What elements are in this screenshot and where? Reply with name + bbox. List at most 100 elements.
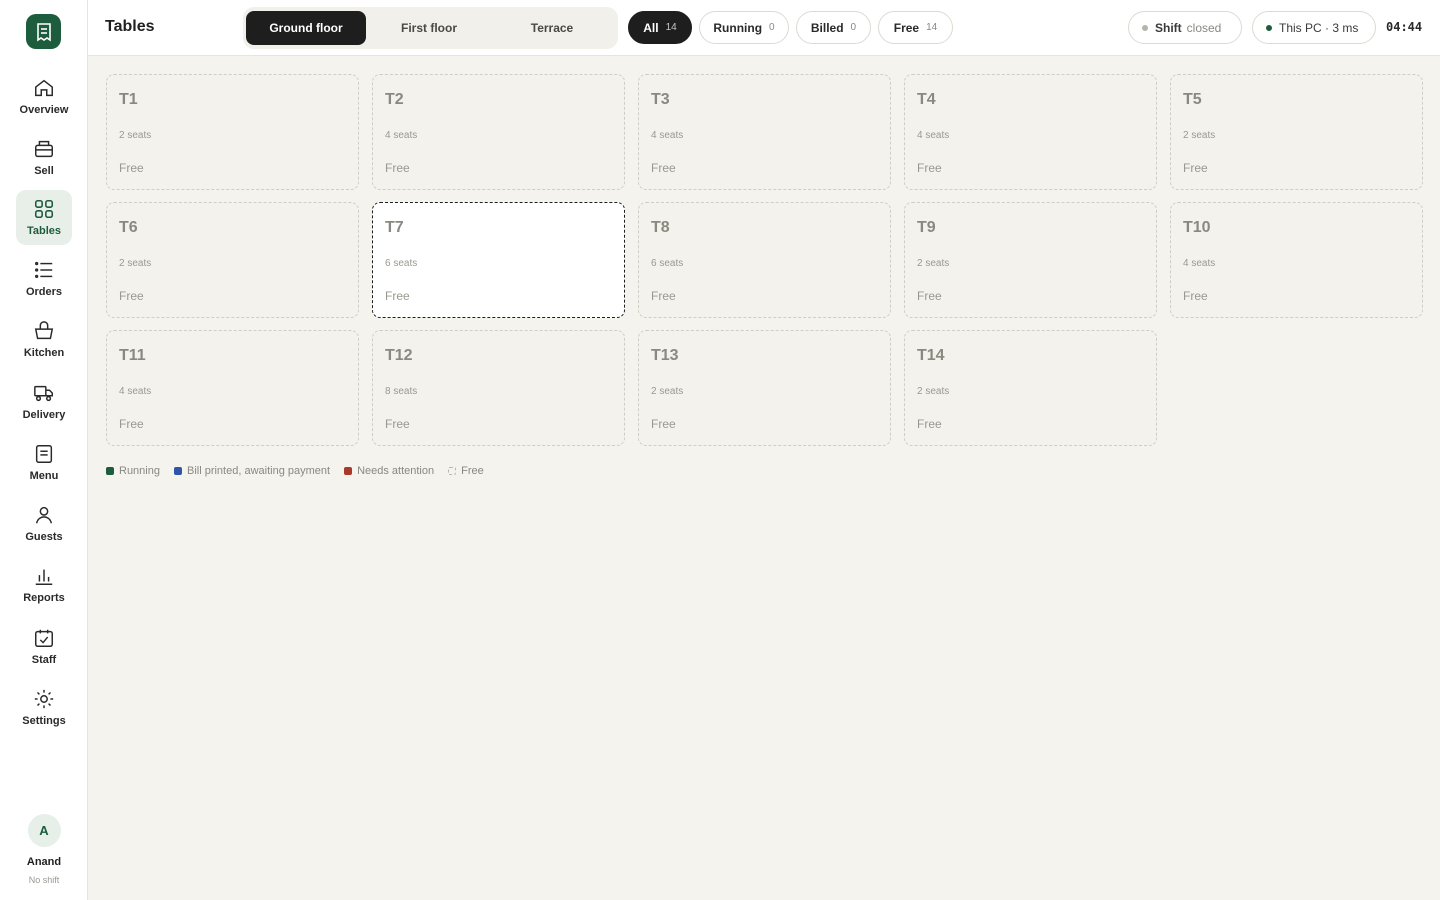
table-status: Free <box>1183 289 1208 303</box>
tables-grid: T1 2 seats Free T2 4 seats Free T3 4 sea… <box>106 74 1423 446</box>
avatar[interactable]: A <box>27 814 61 847</box>
connection-status-pill[interactable]: This PC · 3 ms <box>1252 11 1376 44</box>
table-seats: 6 seats <box>651 258 684 269</box>
table-card[interactable]: T5 2 seats Free <box>1170 74 1423 190</box>
table-card[interactable]: T4 4 seats Free <box>904 74 1157 190</box>
table-name: T10 <box>1183 219 1211 236</box>
user-block[interactable]: A Anand No shift <box>0 814 88 885</box>
filter-running-chip[interactable]: Running 0 <box>699 11 789 44</box>
sidebar-item-settings[interactable]: Settings <box>16 680 72 735</box>
brand-logo[interactable] <box>26 14 61 49</box>
legend-item-billed: Bill printed, awaiting payment <box>173 465 331 477</box>
table-card-selected[interactable]: T7 6 seats Free <box>372 202 625 318</box>
sidebar-item-sell[interactable]: Sell <box>16 130 72 185</box>
table-card[interactable]: T8 6 seats Free <box>638 202 891 318</box>
list-icon <box>35 261 53 279</box>
person-icon <box>35 506 53 524</box>
user-name: Anand <box>26 856 62 868</box>
top-bar: Tables Ground floor First floor Terrace … <box>88 0 1440 56</box>
table-status: Free <box>385 289 410 303</box>
filter-label: Running <box>713 20 763 35</box>
filter-count: 0 <box>850 22 857 33</box>
table-status: Free <box>119 289 144 303</box>
register-icon <box>35 140 53 158</box>
table-card[interactable]: T2 4 seats Free <box>372 74 625 190</box>
connection-text: This PC · 3 ms <box>1279 20 1359 35</box>
filter-count: 14 <box>926 22 938 33</box>
sidebar-item-kitchen[interactable]: Kitchen <box>16 312 72 367</box>
sidebar-item-tables[interactable]: Tables <box>16 190 72 245</box>
table-name: T5 <box>1183 91 1202 108</box>
legend-label: Bill printed, awaiting payment <box>186 465 331 477</box>
table-status: Free <box>119 417 144 431</box>
table-name: T6 <box>119 219 138 236</box>
table-card[interactable]: T1 2 seats Free <box>106 74 359 190</box>
table-seats: 8 seats <box>385 386 418 397</box>
sidebar-item-label: Sell <box>34 165 54 177</box>
table-seats: 4 seats <box>385 130 418 141</box>
table-card[interactable]: T9 2 seats Free <box>904 202 1157 318</box>
table-card[interactable]: T14 2 seats Free <box>904 330 1157 446</box>
tab-ground-floor[interactable]: Ground floor <box>246 11 366 45</box>
table-card[interactable]: T13 2 seats Free <box>638 330 891 446</box>
filter-count: 14 <box>665 22 677 33</box>
table-seats: 4 seats <box>119 386 152 397</box>
filter-label: Free <box>893 20 920 35</box>
floor-tabs: Ground floor First floor Terrace <box>243 7 618 49</box>
sidebar-item-label: Delivery <box>22 409 66 421</box>
sidebar-item-staff[interactable]: Staff <box>16 619 72 674</box>
gear-icon <box>34 689 54 709</box>
tab-terrace[interactable]: Terrace <box>492 11 612 45</box>
sidebar-item-label: Staff <box>31 654 57 666</box>
sidebar: Overview Sell Tables Orders Kitchen Deli… <box>0 0 88 900</box>
sidebar-item-orders[interactable]: Orders <box>16 251 72 306</box>
table-name: T13 <box>651 347 679 364</box>
table-card[interactable]: T6 2 seats Free <box>106 202 359 318</box>
table-name: T9 <box>917 219 936 236</box>
sidebar-item-overview[interactable]: Overview <box>16 69 72 124</box>
sidebar-item-label: Reports <box>23 592 65 604</box>
table-status: Free <box>651 161 676 175</box>
legend-item-running: Running <box>106 465 160 477</box>
home-icon <box>35 79 53 97</box>
table-status: Free <box>385 161 410 175</box>
table-card[interactable]: T12 8 seats Free <box>372 330 625 446</box>
table-name: T3 <box>651 91 670 108</box>
table-name: T12 <box>385 347 413 364</box>
shift-status-pill[interactable]: Shift closed <box>1128 11 1242 44</box>
sidebar-item-delivery[interactable]: Delivery <box>16 374 72 429</box>
calendar-check-icon <box>35 629 53 647</box>
legend-swatch <box>448 467 457 475</box>
table-card[interactable]: T3 4 seats Free <box>638 74 891 190</box>
sidebar-item-label: Menu <box>29 470 59 482</box>
legend-label: Free <box>461 465 484 477</box>
table-seats: 2 seats <box>119 258 152 269</box>
table-name: T7 <box>385 219 404 236</box>
table-status: Free <box>651 289 676 303</box>
sidebar-item-menu[interactable]: Menu <box>16 435 72 490</box>
table-seats: 2 seats <box>917 386 950 397</box>
filter-count: 0 <box>769 22 775 33</box>
legend-item-attention: Needs attention <box>344 465 434 477</box>
legend-item-free: Free <box>448 465 484 477</box>
basket-icon <box>34 321 54 340</box>
sidebar-item-reports[interactable]: Reports <box>16 557 72 612</box>
bar-chart-icon <box>35 569 53 585</box>
table-name: T11 <box>119 347 146 364</box>
filter-billed-chip[interactable]: Billed 0 <box>796 11 871 44</box>
legend-label: Running <box>119 465 160 477</box>
table-seats: 4 seats <box>651 130 684 141</box>
table-card[interactable]: T11 4 seats Free <box>106 330 359 446</box>
filter-free-chip[interactable]: Free 14 <box>878 11 953 44</box>
status-dot <box>1142 24 1148 31</box>
table-seats: 4 seats <box>1183 258 1216 269</box>
table-status: Free <box>1183 161 1208 175</box>
filter-all-chip[interactable]: All 14 <box>628 11 692 44</box>
shift-label: Shift <box>1155 20 1182 35</box>
sidebar-item-guests[interactable]: Guests <box>16 496 72 551</box>
table-card[interactable]: T10 4 seats Free <box>1170 202 1423 318</box>
filter-label: Billed <box>810 20 844 35</box>
table-status: Free <box>917 417 942 431</box>
tab-first-floor[interactable]: First floor <box>369 11 489 45</box>
legend-label: Needs attention <box>357 465 435 477</box>
